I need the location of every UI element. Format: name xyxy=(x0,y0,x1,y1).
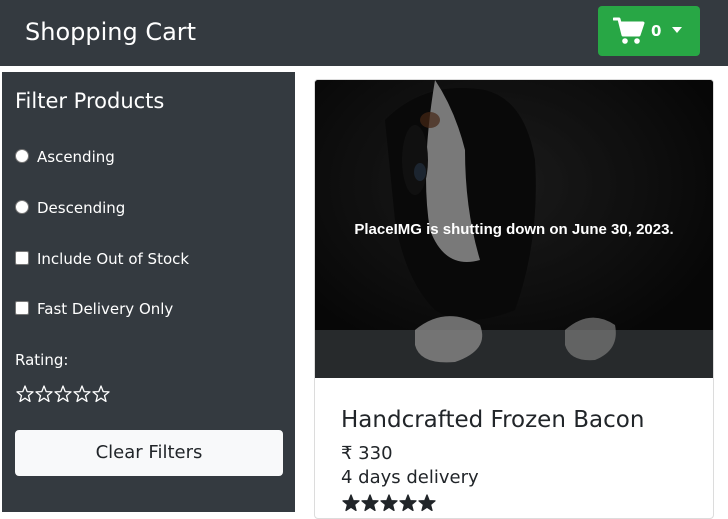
product-card: PlaceIMG is shutting down on June 30, 20… xyxy=(314,79,714,519)
clear-filters-button[interactable]: Clear Filters xyxy=(15,430,283,476)
star-outline-icon[interactable] xyxy=(16,385,34,403)
product-title: Handcrafted Frozen Bacon xyxy=(341,407,645,433)
star-filled-icon xyxy=(361,494,379,512)
star-filled-icon xyxy=(342,494,360,512)
star-outline-icon[interactable] xyxy=(35,385,53,403)
product-delivery: 4 days delivery xyxy=(341,467,479,488)
rating-filter-stars[interactable] xyxy=(16,385,111,403)
caret-down-icon xyxy=(672,27,682,33)
sort-ascending-radio[interactable] xyxy=(15,149,29,163)
cart-count-badge: 0 xyxy=(651,22,662,40)
rating-label: Rating: xyxy=(15,351,69,369)
include-out-of-stock-checkbox[interactable] xyxy=(15,251,29,265)
sort-descending-radio[interactable] xyxy=(15,200,29,214)
star-outline-icon[interactable] xyxy=(92,385,110,403)
shopping-cart-icon xyxy=(613,17,645,44)
product-image: PlaceIMG is shutting down on June 30, 20… xyxy=(315,80,713,378)
star-outline-icon[interactable] xyxy=(54,385,72,403)
sort-descending-label: Descending xyxy=(37,199,126,217)
brand-title[interactable]: Shopping Cart xyxy=(25,16,196,48)
cart-dropdown-button[interactable]: 0 xyxy=(598,6,700,56)
star-outline-icon[interactable] xyxy=(73,385,91,403)
include-out-of-stock-label: Include Out of Stock xyxy=(37,250,190,268)
image-caption: PlaceIMG is shutting down on June 30, 20… xyxy=(354,221,674,238)
star-filled-icon xyxy=(399,494,417,512)
filter-sidebar: Filter Products Ascending Descending Inc… xyxy=(2,72,295,512)
product-rating-stars xyxy=(342,494,437,512)
sort-ascending-label: Ascending xyxy=(37,148,115,166)
fast-delivery-label: Fast Delivery Only xyxy=(37,300,174,318)
star-filled-icon xyxy=(380,494,398,512)
filter-title: Filter Products xyxy=(15,89,165,113)
star-filled-icon xyxy=(418,494,436,512)
fast-delivery-checkbox[interactable] xyxy=(15,301,29,315)
navbar: Shopping Cart 0 xyxy=(0,0,728,66)
product-price: ₹ 330 xyxy=(341,443,393,464)
